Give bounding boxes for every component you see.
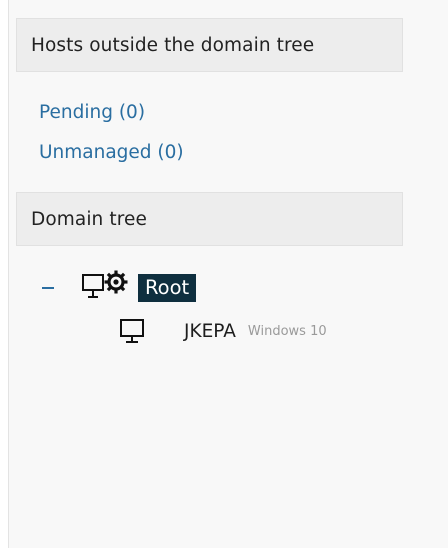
tree-node-root[interactable]: Root bbox=[38, 268, 197, 308]
root-node-label[interactable]: Root bbox=[138, 274, 197, 302]
pending-link[interactable]: Pending (0) bbox=[39, 102, 145, 123]
tree-node-host[interactable]: JKEPA Windows 10 bbox=[118, 316, 327, 346]
minus-icon bbox=[42, 287, 54, 289]
section-title-domain-tree: Domain tree bbox=[31, 208, 147, 230]
unmanaged-link[interactable]: Unmanaged (0) bbox=[39, 142, 184, 163]
host-os-label: Windows 10 bbox=[247, 323, 327, 339]
host-name[interactable]: JKEPA bbox=[184, 321, 236, 342]
monitor-icon bbox=[118, 317, 152, 345]
collapse-toggle[interactable] bbox=[38, 273, 64, 303]
computer-gear-icon bbox=[80, 270, 138, 306]
section-header-domain-tree: Domain tree bbox=[16, 192, 403, 246]
section-title-outside-domain: Hosts outside the domain tree bbox=[31, 34, 315, 56]
section-header-outside-domain: Hosts outside the domain tree bbox=[16, 18, 403, 72]
